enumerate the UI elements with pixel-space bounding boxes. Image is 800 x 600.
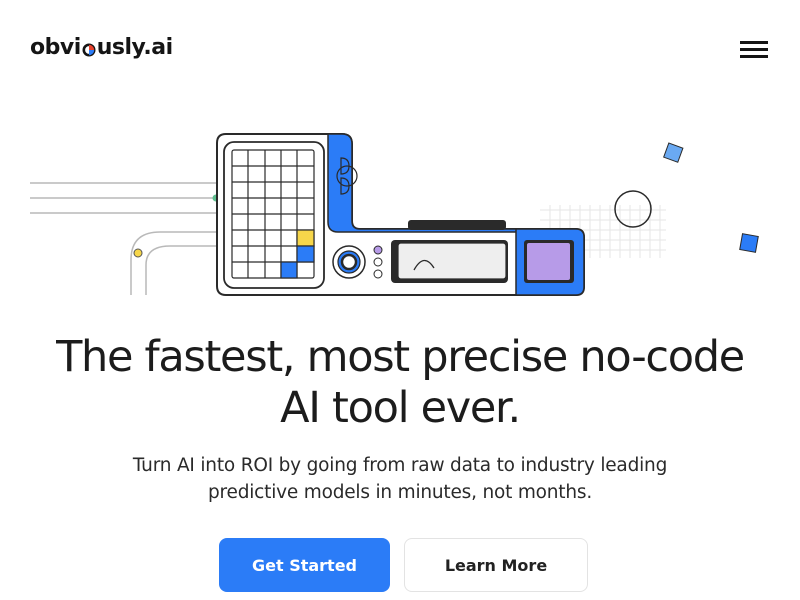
brand-logo[interactable]: obvi usly.ai (30, 33, 173, 63)
dial-icon (332, 245, 366, 279)
landing-page: obvi usly.ai The fastest, most precise n… (0, 0, 800, 600)
logo-mark-icon (82, 42, 96, 57)
hamburger-menu-icon[interactable] (736, 37, 772, 63)
floating-square-icon (739, 233, 759, 253)
hero-headline: The fastest, most precise no-code AI too… (56, 332, 745, 433)
floating-square-icon (663, 142, 684, 163)
logo-prefix: obvi (30, 35, 81, 60)
hero-illustration (30, 133, 759, 296)
hero-subheadline: Turn AI into ROI by going from raw data … (132, 455, 668, 503)
learn-more-button[interactable]: Learn More (404, 538, 588, 592)
menu-bar-bottom (740, 55, 768, 58)
wires-icon (30, 182, 218, 295)
menu-bar-top (740, 41, 768, 44)
get-started-button[interactable]: Get Started (219, 538, 390, 592)
menu-bar-middle (740, 48, 768, 51)
logo-suffix: usly.ai (96, 35, 173, 60)
display-screen-icon (391, 240, 508, 283)
